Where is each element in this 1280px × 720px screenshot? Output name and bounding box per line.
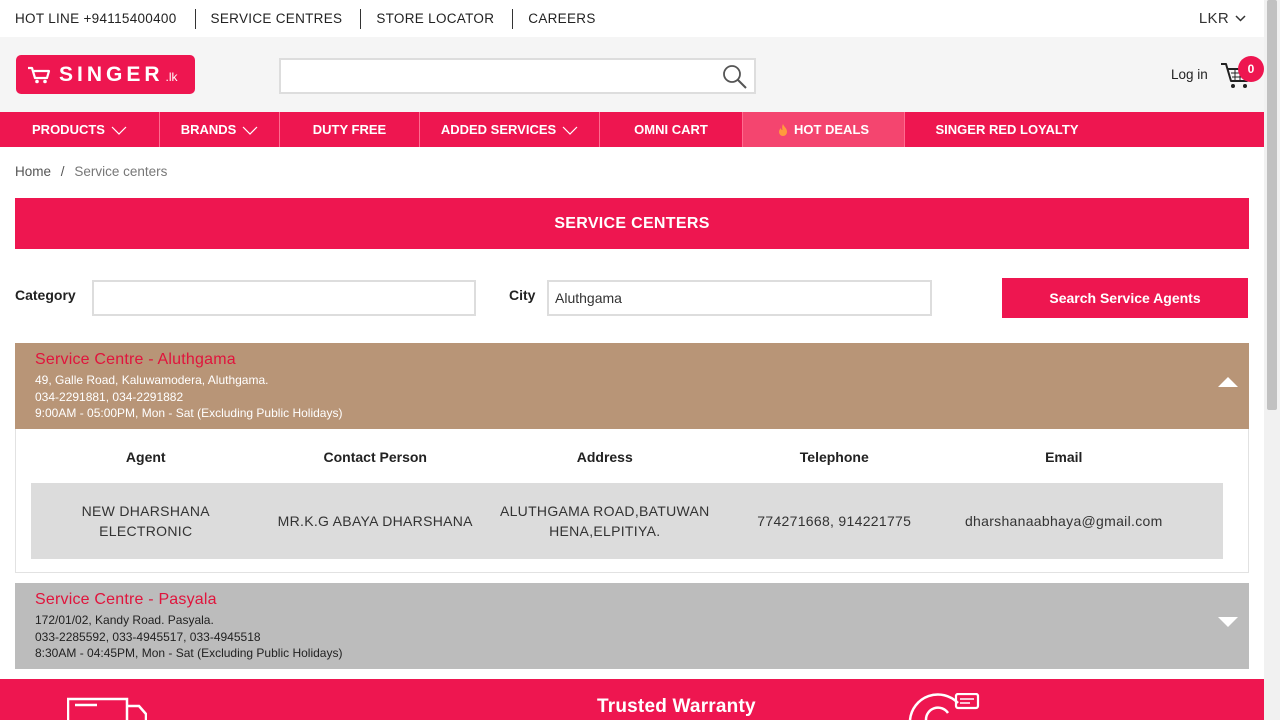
cart-icon bbox=[28, 66, 51, 83]
careers-link[interactable]: CAREERS bbox=[528, 11, 613, 26]
nav-added-services[interactable]: ADDED SERVICES bbox=[420, 112, 600, 147]
chevron-down-icon bbox=[562, 126, 578, 135]
centre-address: 172/01/02, Kandy Road. Pasyala. bbox=[35, 613, 214, 627]
breadcrumb: Home / Service centers bbox=[15, 164, 167, 179]
page-title: SERVICE CENTERS bbox=[15, 198, 1249, 249]
top-bar: HOT LINE +94115400400 SERVICE CENTRES ST… bbox=[0, 0, 1264, 37]
nav-singer-red-loyalty[interactable]: SINGER RED LOYALTY bbox=[905, 112, 1109, 147]
breadcrumb-separator: / bbox=[60, 164, 65, 179]
table-row: NEW DHARSHANA ELECTRONIC MR.K.G ABAYA DH… bbox=[31, 483, 1223, 559]
nav-label: OMNI CART bbox=[634, 122, 708, 137]
service-centre-panel-pasyala[interactable]: Service Centre - Pasyala 172/01/02, Kand… bbox=[15, 583, 1249, 669]
cell-email: dharshanaabhaya@gmail.com bbox=[964, 513, 1163, 529]
breadcrumb-current: Service centers bbox=[74, 164, 168, 179]
nav-label: DUTY FREE bbox=[312, 122, 387, 137]
breadcrumb-home[interactable]: Home bbox=[15, 164, 51, 179]
site-header: SINGER .lk Log in 0 bbox=[0, 37, 1264, 112]
nav-label: ADDED SERVICES bbox=[440, 122, 557, 137]
city-field[interactable]: Aluthgama bbox=[547, 280, 932, 316]
chevron-down-icon bbox=[1235, 15, 1246, 22]
cell-address: ALUTHGAMA ROAD,BATUWANHENA,ELPITIYA. bbox=[499, 503, 710, 539]
service-centre-panel-aluthgama[interactable]: Service Centre - Aluthgama 49, Galle Roa… bbox=[15, 343, 1249, 429]
header-contact-person: Contact Person bbox=[323, 449, 427, 465]
chevron-down-icon bbox=[242, 126, 258, 135]
hotline-text: HOT LINE +94115400400 bbox=[15, 11, 177, 26]
nav-label: PRODUCTS bbox=[32, 122, 105, 137]
cart-count-badge: 0 bbox=[1238, 56, 1264, 82]
agents-table: Agent Contact Person Address Telephone E… bbox=[15, 429, 1249, 573]
trusted-warranty-text: Trusted Warranty bbox=[597, 696, 756, 717]
header-telephone: Telephone bbox=[799, 449, 869, 465]
centre-phones: 034-2291881, 034-2291882 bbox=[35, 389, 184, 404]
nav-label: SINGER RED LOYALTY bbox=[935, 122, 1079, 137]
header-agent: Agent bbox=[125, 449, 166, 465]
category-label: Category bbox=[15, 287, 76, 303]
category-field[interactable] bbox=[92, 280, 476, 316]
currency-selector[interactable]: LKR bbox=[1199, 10, 1246, 27]
cell-agent: NEW DHARSHANA ELECTRONIC bbox=[81, 503, 210, 539]
login-link[interactable]: Log in bbox=[1171, 67, 1208, 82]
centre-name: Service Centre - Pasyala bbox=[35, 591, 217, 608]
divider bbox=[360, 8, 362, 29]
scrollbar-thumb[interactable] bbox=[1267, 0, 1277, 410]
fire-icon bbox=[778, 123, 787, 136]
logo-text: SINGER bbox=[59, 62, 164, 86]
support-chat-icon bbox=[908, 693, 980, 720]
collapse-arrow-icon[interactable] bbox=[1217, 375, 1239, 389]
store-locator-link[interactable]: STORE LOCATOR bbox=[376, 11, 512, 26]
nav-label: HOT DEALS bbox=[793, 122, 870, 137]
centre-hours: 8:30AM - 04:45PM, Mon - Sat (Excluding P… bbox=[35, 646, 343, 660]
cell-telephone: 774271668, 914221775 bbox=[757, 513, 912, 529]
header-address: Address bbox=[576, 449, 633, 465]
cell-contact-person: MR.K.G ABAYA DHARSHANA bbox=[277, 513, 473, 529]
main-nav: PRODUCTS BRANDS DUTY FREE ADDED SERVICES… bbox=[0, 112, 1264, 147]
chevron-down-icon bbox=[111, 126, 127, 135]
logo-suffix: .lk bbox=[165, 69, 178, 84]
header-email: Email bbox=[1045, 449, 1083, 465]
divider bbox=[512, 8, 514, 29]
search-box bbox=[279, 58, 756, 94]
currency-label: LKR bbox=[1198, 10, 1229, 27]
centre-name: Service Centre - Aluthgama bbox=[35, 351, 236, 368]
page-scrollbar[interactable] bbox=[1264, 0, 1280, 720]
features-strip: Trusted Warranty bbox=[0, 679, 1264, 720]
centre-address: 49, Galle Road, Kaluwamodera, Aluthgama. bbox=[35, 373, 269, 387]
search-service-agents-button[interactable]: Search Service Agents bbox=[1002, 278, 1248, 318]
search-icon[interactable] bbox=[722, 64, 748, 90]
centre-hours: 9:00AM - 05:00PM, Mon - Sat (Excluding P… bbox=[35, 406, 343, 420]
search-input[interactable] bbox=[281, 60, 711, 90]
nav-label: BRANDS bbox=[180, 122, 237, 137]
divider bbox=[194, 8, 196, 29]
table-header: Agent Contact Person Address Telephone E… bbox=[31, 449, 1223, 465]
nav-products[interactable]: PRODUCTS bbox=[0, 112, 160, 147]
service-centres-link[interactable]: SERVICE CENTRES bbox=[211, 11, 361, 26]
city-label: City bbox=[509, 287, 536, 303]
centre-phones: 033-2285592, 033-4945517, 033-4945518 bbox=[35, 629, 261, 644]
singer-logo[interactable]: SINGER .lk bbox=[16, 55, 195, 94]
nav-omni-cart[interactable]: OMNI CART bbox=[600, 112, 743, 147]
nav-duty-free[interactable]: DUTY FREE bbox=[280, 112, 420, 147]
expand-arrow-icon[interactable] bbox=[1217, 615, 1239, 629]
delivery-truck-icon bbox=[67, 697, 147, 720]
nav-brands[interactable]: BRANDS bbox=[160, 112, 280, 147]
nav-hot-deals[interactable]: HOT DEALS bbox=[743, 112, 905, 147]
